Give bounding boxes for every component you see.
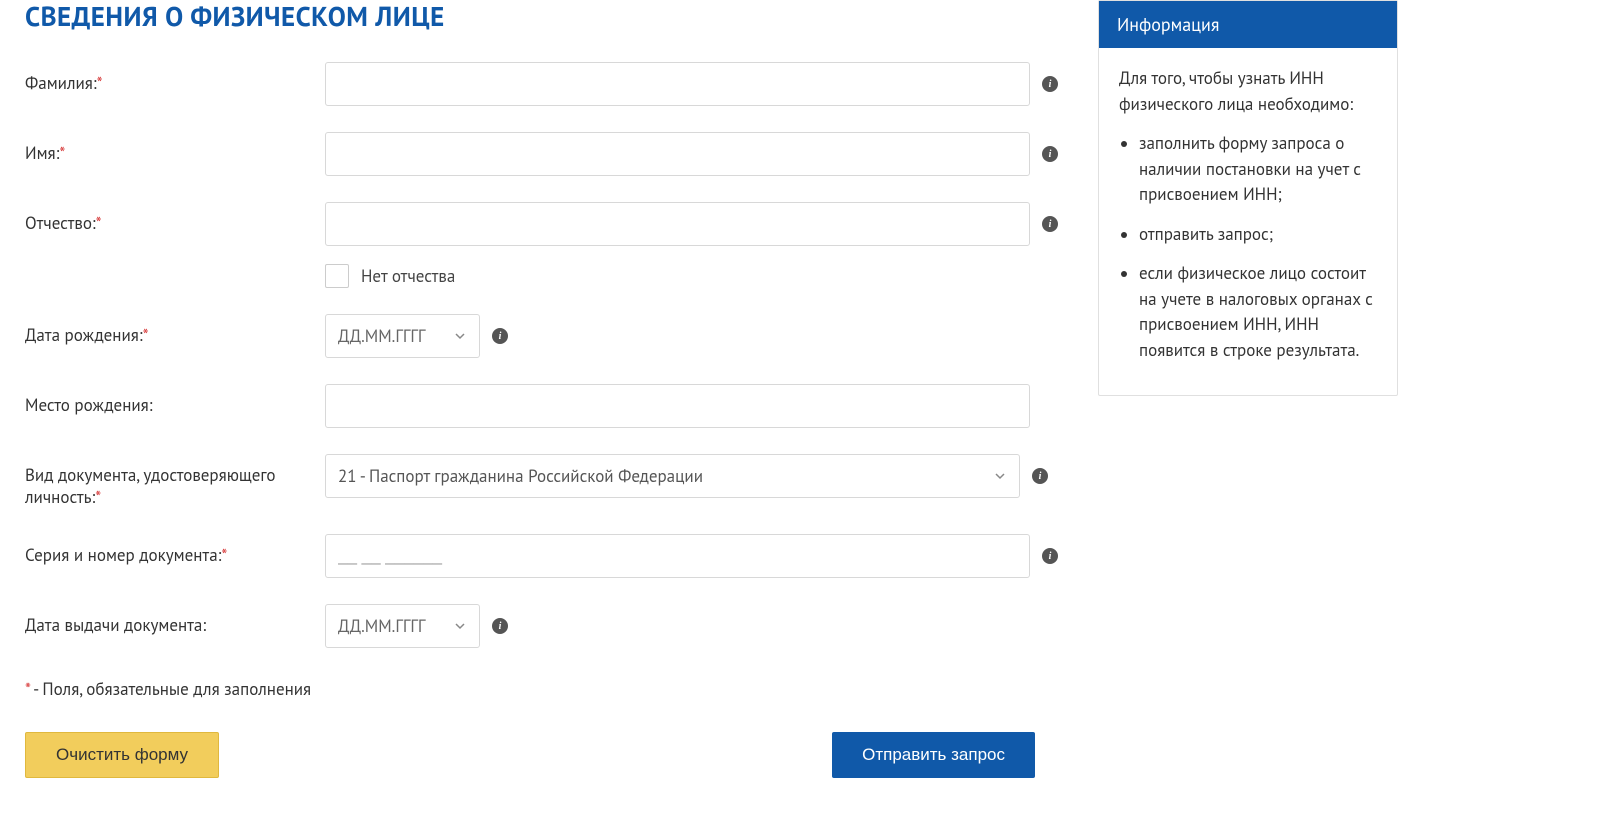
label-doc-date: Дата выдачи документа: [25,604,325,636]
label-surname: Фамилия:* [25,62,325,94]
required-marker: * [59,142,65,164]
required-marker: * [96,212,102,234]
submit-button[interactable]: Отправить запрос [832,732,1035,778]
label-doc-type: Вид документа, удостоверяющего личность:… [25,454,325,508]
info-panel-title: Информация [1099,1,1397,48]
label-patronymic: Отчество:* [25,202,325,234]
note-text: - Поля, обязательные для заполнения [30,678,311,700]
patronymic-input[interactable] [325,202,1030,246]
doc-date-input[interactable]: ДД.ММ.ГГГГ [325,604,480,648]
row-patronymic: Отчество:* i [25,202,1058,246]
info-panel-item: если физическое лицо состоит на учете в … [1139,261,1377,363]
row-doc-type: Вид документа, удостоверяющего личность:… [25,454,1058,508]
label-doc-number: Серия и номер документа:* [25,534,325,566]
info-icon[interactable]: i [1042,146,1058,162]
no-patronymic-label: Нет отчества [361,265,455,287]
label-birth-date: Дата рождения:* [25,314,325,346]
label-birth-place: Место рождения: [25,384,325,416]
clear-button[interactable]: Очистить форму [25,732,219,778]
info-panel-item: заполнить форму запроса о наличии постан… [1139,131,1377,208]
required-marker: * [221,544,227,566]
name-input[interactable] [325,132,1030,176]
info-icon[interactable]: i [492,328,508,344]
info-panel-item: отправить запрос; [1139,222,1377,248]
info-icon[interactable]: i [1042,548,1058,564]
surname-input[interactable] [325,62,1030,106]
birth-date-input[interactable]: ДД.ММ.ГГГГ [325,314,480,358]
required-marker: * [97,72,103,94]
label-name: Имя:* [25,132,325,164]
doc-number-input[interactable] [325,534,1030,578]
info-icon[interactable]: i [1042,216,1058,232]
row-doc-date: Дата выдачи документа: ДД.ММ.ГГГГ i [25,604,1058,648]
info-icon[interactable]: i [1042,76,1058,92]
button-row: Очистить форму Отправить запрос [25,732,1035,778]
row-doc-number: Серия и номер документа:* i [25,534,1058,578]
info-panel: Информация Для того, чтобы узнать ИНН фи… [1098,0,1398,396]
birth-place-input[interactable] [325,384,1030,428]
info-panel-intro: Для того, чтобы узнать ИНН физического л… [1119,66,1377,117]
info-icon[interactable]: i [1032,468,1048,484]
date-placeholder: ДД.ММ.ГГГГ [338,325,425,347]
doc-type-select[interactable]: 21 - Паспорт гражданина Российской Федер… [325,454,1020,498]
date-placeholder: ДД.ММ.ГГГГ [338,615,425,637]
row-name: Имя:* i [25,132,1058,176]
row-no-patronymic: Нет отчества [25,264,1058,288]
row-birth-date: Дата рождения:* ДД.ММ.ГГГГ i [25,314,1058,358]
info-icon[interactable]: i [492,618,508,634]
chevron-down-icon [453,619,467,633]
row-surname: Фамилия:* i [25,62,1058,106]
doc-type-value: 21 - Паспорт гражданина Российской Федер… [338,465,703,487]
chevron-down-icon [993,469,1007,483]
page-title: СВЕДЕНИЯ О ФИЗИЧЕСКОМ ЛИЦЕ [25,0,1058,34]
required-marker: * [143,324,149,346]
info-panel-list: заполнить форму запроса о наличии постан… [1119,131,1377,363]
required-fields-note: * - Поля, обязательные для заполнения [25,678,1058,700]
chevron-down-icon [453,329,467,343]
row-birth-place: Место рождения: [25,384,1058,428]
no-patronymic-checkbox[interactable] [325,264,349,288]
required-marker: * [95,486,101,508]
